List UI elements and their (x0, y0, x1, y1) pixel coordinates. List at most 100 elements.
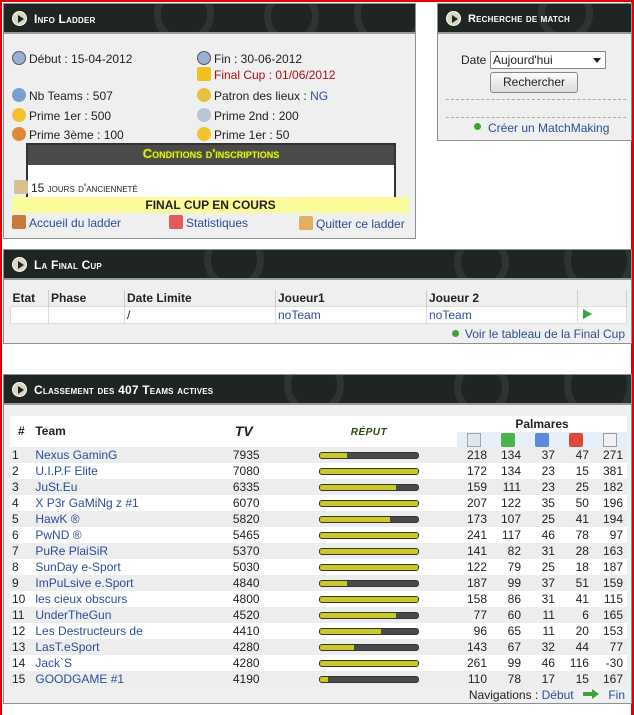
reputation-bar (318, 548, 419, 556)
team-link[interactable]: Nexus GaminG (33, 446, 231, 463)
col-date-limite: Date Limite (124, 290, 276, 307)
first-page-link[interactable]: Début (542, 688, 574, 702)
tv-cell: 5820 (230, 510, 281, 527)
palmares-cell: -30 (592, 654, 627, 671)
view-final-cup-link[interactable]: Voir le tableau de la Final Cup (451, 327, 625, 341)
reput-cell (280, 574, 458, 591)
palmares-cell: 141 (457, 542, 492, 559)
player2-link[interactable]: noTeam (426, 306, 578, 324)
team-link[interactable]: X P3r GaMiNg z #1 (33, 494, 231, 511)
palmares-cell: 60 (491, 606, 525, 623)
team-link[interactable]: Jack`S (33, 654, 231, 671)
tv-cell: 7935 (230, 446, 281, 463)
chevron-down-icon (593, 58, 601, 63)
reput-cell (280, 462, 458, 479)
reputation-fill (319, 597, 418, 603)
palmares-cell: 82 (491, 542, 525, 559)
palmares-cell: 46 (525, 526, 559, 543)
table-row: 2 U.I.P.F Elite 7080 172 134 23 15 381 (10, 462, 627, 479)
last-page-link[interactable]: Fin (608, 688, 625, 702)
tv-cell: 6070 (230, 494, 281, 511)
team-link[interactable]: U.I.P.F Elite (33, 462, 231, 479)
col-reput: RÉPUT (350, 427, 388, 439)
rank-cell: 10 (10, 590, 34, 607)
palmares-cell: 28 (558, 542, 593, 559)
clock-icon (12, 51, 26, 65)
team-count: Nb Teams : 507 (12, 88, 113, 103)
palmares-cell: 77 (592, 638, 627, 655)
palmares-cell: 32 (525, 638, 559, 655)
rank-cell: 8 (10, 558, 34, 575)
palmares-cell: 99 (491, 654, 525, 671)
palmares-cell: 196 (592, 494, 627, 511)
green-arrow-icon[interactable] (582, 689, 599, 699)
owner: Patron des lieux : NG (197, 88, 328, 103)
palmares-cell: 23 (525, 478, 559, 495)
match-search-header: Recherche de match (438, 4, 631, 34)
team-link[interactable]: HawK ® (33, 510, 231, 527)
palmares-cell: 79 (491, 558, 525, 575)
palmares-cell: 207 (457, 494, 492, 511)
bullet-icon (474, 123, 481, 130)
reput-cell (280, 542, 458, 559)
end-date: Fin : 30-06-2012 (197, 51, 302, 66)
ladder-home-link[interactable]: Accueil du ladder (12, 215, 121, 230)
palmares-cell: 159 (457, 478, 492, 495)
palmares-cell: 187 (457, 574, 492, 591)
green-arrow-icon[interactable] (583, 309, 592, 319)
palmares-cell: 159 (592, 574, 627, 591)
exit-icon (299, 216, 313, 230)
palmares-cell: 47 (558, 446, 593, 463)
team-link[interactable]: UnderTheGun (33, 606, 231, 623)
team-link[interactable]: Les Destructeurs de (33, 622, 231, 639)
calendar-icon (14, 180, 28, 194)
palmares-cell: 46 (525, 654, 559, 671)
prize-first: Prime 1er : 500 (12, 108, 111, 123)
reputation-bar (318, 580, 419, 588)
blue-flag-icon (534, 432, 549, 447)
team-link[interactable]: les cieux obscurs (33, 590, 231, 607)
pagination-label: Navigations : (468, 688, 539, 702)
palmares-cell: 23 (525, 462, 559, 479)
prize-third: Prime 3ème : 100 (12, 127, 124, 142)
team-link[interactable]: LasT.eSport (33, 638, 231, 655)
player1-link[interactable]: noTeam (275, 306, 427, 324)
play-arrow-icon (446, 11, 461, 26)
reputation-fill (319, 501, 418, 507)
table-row: 5 HawK ® 5820 173 107 25 41 194 (10, 510, 627, 527)
table-row: / noTeam noTeam (10, 306, 627, 324)
team-link[interactable]: JuSt.Eu (33, 478, 231, 495)
palmares-cell: 134 (491, 446, 525, 463)
team-link[interactable]: SunDay e-Sport (33, 558, 231, 575)
team-link[interactable]: PwND ® (33, 526, 231, 543)
palmares-cell: 11 (525, 606, 559, 623)
quit-ladder-link[interactable]: Quitter ce ladder (299, 216, 405, 231)
lightning-icon (197, 67, 211, 81)
team-link[interactable]: ImPuLsive e.Sport (33, 574, 231, 591)
tv-cell: 4190 (230, 670, 281, 687)
palmares-cell: 67 (491, 638, 525, 655)
palmares-cell: 122 (491, 494, 525, 511)
table-row: 13 LasT.eSport 4280 143 67 32 44 77 (10, 638, 627, 655)
team-link[interactable]: GOODGAME #1 (33, 670, 231, 687)
col-palmares: Palmares (515, 417, 569, 431)
reputation-fill (319, 677, 328, 683)
statistics-link[interactable]: Statistiques (169, 215, 248, 230)
create-matchmaking-link[interactable]: Créer un MatchMaking (474, 121, 609, 135)
panel-title: La Final Cup (34, 258, 102, 272)
reputation-bar (318, 628, 419, 636)
search-button[interactable]: Rechercher (490, 72, 578, 93)
bronze-star-icon (12, 127, 26, 141)
final-cup-banner: FINAL CUP EN COURS (12, 197, 409, 213)
reput-cell (280, 494, 458, 511)
cell-phase (48, 306, 125, 324)
tv-cell: 7080 (230, 462, 281, 479)
palmares-cell: 86 (491, 590, 525, 607)
date-select[interactable]: Aujourd'hui (490, 51, 606, 69)
green-flag-icon (501, 432, 516, 447)
panel-title: Classement des 407 Teams actives (34, 383, 214, 397)
team-link[interactable]: PuRe PlaiSiR (33, 542, 231, 559)
ranking-table: # Team TV RÉPUT Palmares 1 Nexus GaminG 79… (10, 416, 627, 687)
play-arrow-icon (12, 257, 27, 272)
owner-link[interactable]: NG (310, 89, 328, 103)
